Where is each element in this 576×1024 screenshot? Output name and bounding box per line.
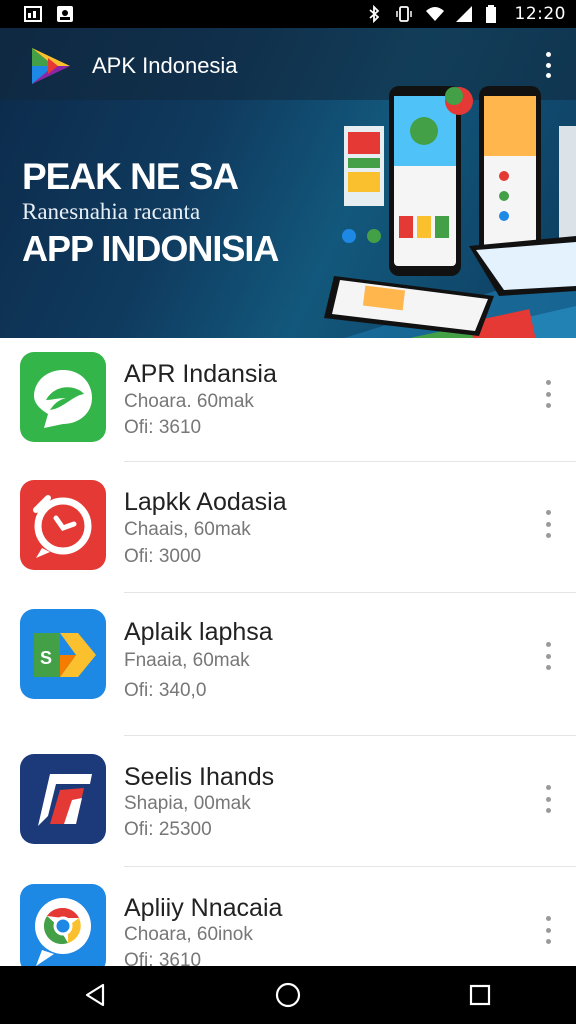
app-meta-line2: Ofi: 340,0 [124, 680, 207, 701]
battery-icon [485, 5, 503, 23]
home-circle-icon[interactable] [268, 975, 308, 1015]
banner-headline-2: APP INDONISIA [22, 228, 279, 269]
app-name: Seelis Ihands [124, 763, 275, 791]
svg-text:S: S [40, 648, 52, 668]
status-time: 12:20 [514, 4, 566, 24]
list-item[interactable]: S Aplaik laphsa Fnaaia, 60mak Ofi: 340,0 [0, 592, 576, 736]
app-name: Apliiy Nnacaia [124, 894, 283, 922]
app-meta-line2: Ofi: 3000 [124, 546, 202, 567]
app-meta-line1: Choara, 60inok [124, 924, 253, 945]
banner-subline: Ranesnahia racanta [22, 199, 201, 224]
sheets-arrow-icon: S [20, 609, 106, 699]
app-title: APK Indonesia [92, 53, 238, 78]
app-meta-line1: Fnaaia, 60mak [124, 650, 250, 671]
signal-icon [455, 5, 473, 23]
app-name: APR Indansia [124, 360, 277, 388]
list-item[interactable]: Lapkk Aodasia Chaais, 60mak Ofi: 3000 [0, 462, 576, 593]
banner-headline: PEAK NE SA [22, 156, 239, 197]
row-overflow-menu-icon[interactable] [542, 510, 554, 538]
app-name: Aplaik laphsa [124, 618, 273, 646]
row-overflow-menu-icon[interactable] [542, 916, 554, 944]
list-item[interactable]: Apliiy Nnacaia Choara, 60inok Ofi: 3610 [0, 866, 576, 966]
app-meta-line2: Ofi: 3610 [124, 950, 202, 966]
app-meta-line1: Shapia, 00mak [124, 793, 251, 814]
row-overflow-menu-icon[interactable] [542, 785, 554, 813]
list-item[interactable]: Seelis Ihands Shapia, 00mak Ofi: 25300 [0, 735, 576, 867]
wifi-icon [425, 5, 444, 23]
flag-mark-icon [20, 754, 106, 844]
vibrate-icon [395, 5, 413, 23]
list-item[interactable]: APR Indansia Choara. 60mak Ofi: 3610 [0, 338, 576, 462]
apk-logo-icon [28, 44, 74, 88]
chrome-chat-icon [20, 884, 106, 966]
recents-square-icon[interactable] [460, 975, 500, 1015]
app-list: APR Indansia Choara. 60mak Ofi: 3610 Lap… [0, 338, 576, 966]
app-meta-line1: Choara. 60mak [124, 391, 254, 412]
alarm-clock-icon [20, 480, 106, 570]
row-overflow-menu-icon[interactable] [542, 642, 554, 670]
phones-illustration [324, 86, 576, 338]
back-triangle-icon[interactable] [76, 975, 116, 1015]
gallery-icon [24, 5, 42, 23]
header-banner: APK Indonesia PEAK NE SA Ranesnahia raca… [0, 28, 576, 338]
app-meta-line2: Ofi: 3610 [124, 417, 202, 438]
bluetooth-icon [365, 4, 383, 24]
app-meta-line2: Ofi: 25300 [124, 819, 212, 840]
status-bar: 12:20 [0, 0, 576, 28]
leaf-chat-icon [20, 352, 106, 442]
photo-icon [56, 5, 74, 23]
row-overflow-menu-icon[interactable] [542, 380, 554, 408]
app-meta-line1: Chaais, 60mak [124, 519, 251, 540]
app-name: Lapkk Aodasia [124, 488, 287, 516]
navigation-bar [0, 966, 576, 1024]
